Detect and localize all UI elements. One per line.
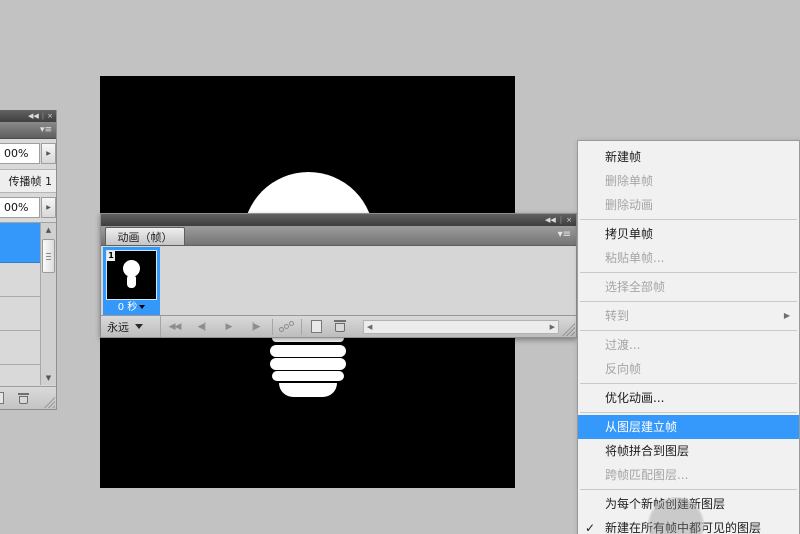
tab-animation-frames[interactable]: 动画（帧） <box>105 227 185 245</box>
lightbulb-base-band <box>270 358 346 370</box>
frame-delay-value: 0 秒 <box>118 302 138 313</box>
layers-panel: ◀◀ | × ▾≡ 00% ▶ 传播帧 1 00% ▶ ▲ ▼ <box>0 110 57 410</box>
titlebar-divider: | <box>42 113 44 120</box>
scrollbar-thumb[interactable] <box>42 239 55 273</box>
animation-panel-context-menu: 新建帧 删除单帧 删除动画 拷贝单帧 粘贴单帧... 选择全部帧 转到 ▶ 过渡… <box>577 140 800 534</box>
layer-row[interactable] <box>0 331 40 365</box>
menu-item-new-frame[interactable]: 新建帧 <box>578 145 799 169</box>
loop-count-label: 永远 <box>107 319 129 335</box>
dropdown-arrow-icon: ▶ <box>46 204 51 211</box>
panel-flyout-menu-icon[interactable]: ▾≡ <box>40 126 52 135</box>
layer-row-selected[interactable] <box>0 223 40 263</box>
animation-panel-tabrow: 动画（帧） ▾≡ <box>101 226 576 246</box>
fill-dropdown-button[interactable]: ▶ <box>41 197 56 218</box>
layer-row[interactable] <box>0 263 40 297</box>
menu-item-flatten-frames-into-layers[interactable]: 将帧拼合到图层 <box>578 439 799 463</box>
new-layer-icon[interactable] <box>0 392 4 404</box>
scroll-down-icon[interactable]: ▼ <box>41 371 56 385</box>
new-frame-button[interactable] <box>311 320 322 333</box>
layer-row[interactable] <box>0 297 40 331</box>
frame-1-selected[interactable]: 1 0 秒 <box>103 247 160 315</box>
panel-resize-grip[interactable] <box>43 396 55 408</box>
frame-delay-selector[interactable]: 0 秒 <box>103 301 160 314</box>
menu-item-select-all-frames[interactable]: 选择全部帧 <box>578 275 799 299</box>
frame-1-thumbnail[interactable]: 1 <box>106 250 157 300</box>
loop-dropdown-icon <box>135 324 143 329</box>
dropdown-arrow-icon: ▶ <box>46 150 51 157</box>
layers-panel-menubar: ▾≡ <box>0 122 56 139</box>
menu-item-match-layer-across-frames[interactable]: 跨帧匹配图层... <box>578 463 799 487</box>
menu-item-tween[interactable]: 过渡... <box>578 333 799 357</box>
menu-item-paste-frame[interactable]: 粘贴单帧... <box>578 246 799 270</box>
frames-horizontal-scrollbar[interactable]: ◀ ▶ <box>363 320 559 334</box>
thumbnail-lightbulb <box>123 260 140 277</box>
layers-scrollbar[interactable]: ▲ ▼ <box>40 223 56 385</box>
layers-list: ▲ ▼ <box>0 222 56 385</box>
first-frame-button[interactable]: ◀◀ <box>161 316 188 338</box>
fill-row: 00% ▶ <box>0 197 56 218</box>
panel-resize-grip[interactable] <box>562 323 575 336</box>
panel-flyout-menu-icon[interactable]: ▾≡ <box>558 230 571 240</box>
animation-panel-titlebar: ◀◀ | × <box>101 214 576 226</box>
opacity-field[interactable]: 00% <box>0 143 40 164</box>
lightbulb-base-band <box>270 345 346 357</box>
loop-count-selector[interactable]: 永远 <box>101 316 161 337</box>
propagate-frame-label[interactable]: 传播帧 1 <box>0 169 56 193</box>
delete-frame-button[interactable] <box>334 320 346 333</box>
fill-field[interactable]: 00% <box>0 197 40 218</box>
layers-panel-titlebar: ◀◀ | × <box>0 110 56 122</box>
titlebar-divider: | <box>560 217 562 224</box>
animation-frames-panel: ◀◀ | × 动画（帧） ▾≡ 1 0 秒 永远 ◀◀ ◀| ▶ |▶ <box>100 213 577 338</box>
scroll-left-icon[interactable]: ◀ <box>367 324 372 331</box>
trash-lid <box>18 393 29 395</box>
trash-can <box>19 396 28 404</box>
lightbulb-base-band <box>272 371 344 381</box>
frames-strip: 1 0 秒 <box>101 246 576 315</box>
next-frame-button[interactable]: |▶ <box>242 316 269 338</box>
checkmark-icon: ✓ <box>585 516 595 534</box>
collapse-panel-icon[interactable]: ◀◀ <box>545 217 556 224</box>
trash-lid <box>334 320 346 322</box>
menu-item-delete-frame[interactable]: 删除单帧 <box>578 169 799 193</box>
play-button[interactable]: ▶ <box>215 316 242 338</box>
scroll-up-icon[interactable]: ▲ <box>41 223 56 237</box>
scroll-right-icon[interactable]: ▶ <box>550 324 555 331</box>
menu-item-go-to[interactable]: 转到 ▶ <box>578 304 799 328</box>
controls-divider <box>272 319 273 335</box>
layers-panel-bottombar <box>0 386 56 409</box>
frame-number-badge: 1 <box>107 251 115 261</box>
submenu-arrow-icon: ▶ <box>784 304 790 328</box>
controls-divider <box>301 319 302 335</box>
close-panel-icon[interactable]: × <box>47 113 53 120</box>
opacity-dropdown-button[interactable]: ▶ <box>41 143 56 164</box>
trash-can <box>335 323 345 332</box>
animation-controls-bar: 永远 ◀◀ ◀| ▶ |▶ ◀ ▶ <box>101 315 576 337</box>
menu-item-optimize-animation[interactable]: 优化动画... <box>578 386 799 410</box>
close-panel-icon[interactable]: × <box>566 217 572 224</box>
tween-button[interactable] <box>276 316 298 338</box>
menu-item-copy-frame[interactable]: 拷贝单帧 <box>578 222 799 246</box>
lightbulb-base-cap <box>279 383 337 397</box>
menu-item-label: 转到 <box>605 309 629 323</box>
menu-item-reverse-frames[interactable]: 反向帧 <box>578 357 799 381</box>
previous-frame-button[interactable]: ◀| <box>188 316 215 338</box>
delete-layer-icon[interactable] <box>18 393 29 404</box>
delay-dropdown-icon <box>139 305 145 309</box>
thumbnail-lightbulb-base <box>127 276 136 288</box>
collapse-panel-icon[interactable]: ◀◀ <box>28 113 39 120</box>
opacity-row: 00% ▶ <box>0 143 56 164</box>
menu-item-make-frames-from-layers[interactable]: 从图层建立帧 <box>578 415 799 439</box>
menu-item-delete-animation[interactable]: 删除动画 <box>578 193 799 217</box>
